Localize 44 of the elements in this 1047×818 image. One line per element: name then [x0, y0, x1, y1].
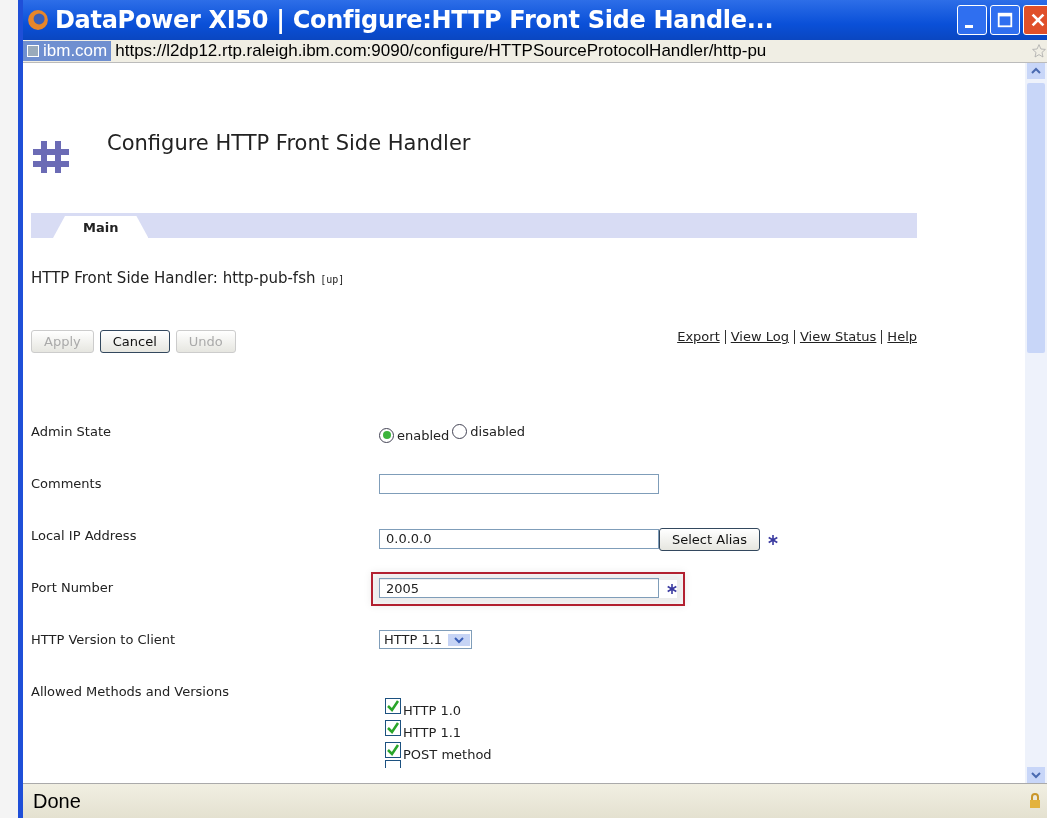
url-field[interactable]: https://l2dp12.rtp.raleigh.ibm.com:9090/configure/HTTPSourceProtocolHandler/http-pu [115, 41, 1027, 61]
tab[interactable]: Main [53, 216, 149, 238]
maximize-icon [996, 11, 1014, 29]
scrollbar[interactable] [1025, 63, 1047, 783]
scroll-down-icon[interactable] [1027, 767, 1045, 783]
radio-label: enabled [397, 427, 450, 443]
field-label: Allowed Methods and Versions [31, 684, 230, 699]
star-icon[interactable] [1031, 43, 1047, 59]
field-label: Local IP Address [31, 528, 138, 543]
scroll-up-icon[interactable] [1027, 63, 1045, 79]
checkbox-label: HTTP 1.0 [403, 703, 462, 718]
window-title: DataPower XI50 | Configure:HTTP Front Side Handle... [55, 6, 775, 34]
field-label: Comments [31, 476, 103, 491]
page-link[interactable]: Help [887, 329, 917, 344]
field-label: Port Number [31, 580, 115, 595]
object-title: HTTP Front Side Handler: http-pub-fsh [31, 269, 316, 287]
dropdown[interactable]: HTTP 1.1 [379, 630, 473, 649]
close-icon [1029, 11, 1047, 29]
text-field[interactable]: 0.0.0.0 [379, 528, 659, 549]
text-field[interactable] [379, 474, 659, 494]
status-text: Done [33, 789, 81, 813]
page-link[interactable]: Export [677, 329, 720, 344]
checkbox[interactable] [385, 698, 401, 714]
checkbox[interactable] [385, 742, 401, 758]
close-button[interactable] [1023, 5, 1047, 35]
minimize-icon [965, 24, 973, 28]
browser-logo-icon [27, 9, 49, 31]
page-heading: Configure HTTP Front Side Handler [107, 131, 471, 155]
chevron-down-icon [454, 634, 465, 645]
checkbox[interactable] [385, 720, 401, 736]
checkbox-label: POST method [403, 747, 492, 762]
radio-label: disabled [470, 424, 526, 439]
action-button[interactable]: Cancel [99, 330, 170, 353]
field-label: HTTP Version to Client [31, 632, 177, 647]
text-field[interactable]: 2005 [379, 578, 659, 598]
padlock-icon [1029, 793, 1041, 809]
checkbox-label: HTTP 1.1 [403, 725, 462, 740]
minimize-button[interactable] [957, 5, 987, 35]
select-alias-button[interactable]: Select Alias [659, 528, 761, 551]
maximize-button[interactable] [990, 5, 1020, 35]
status-label: [up] [320, 274, 345, 285]
page-link[interactable]: View Status [799, 329, 877, 344]
field-label: Admin State [31, 424, 112, 439]
page-link[interactable]: View Log [730, 329, 789, 344]
